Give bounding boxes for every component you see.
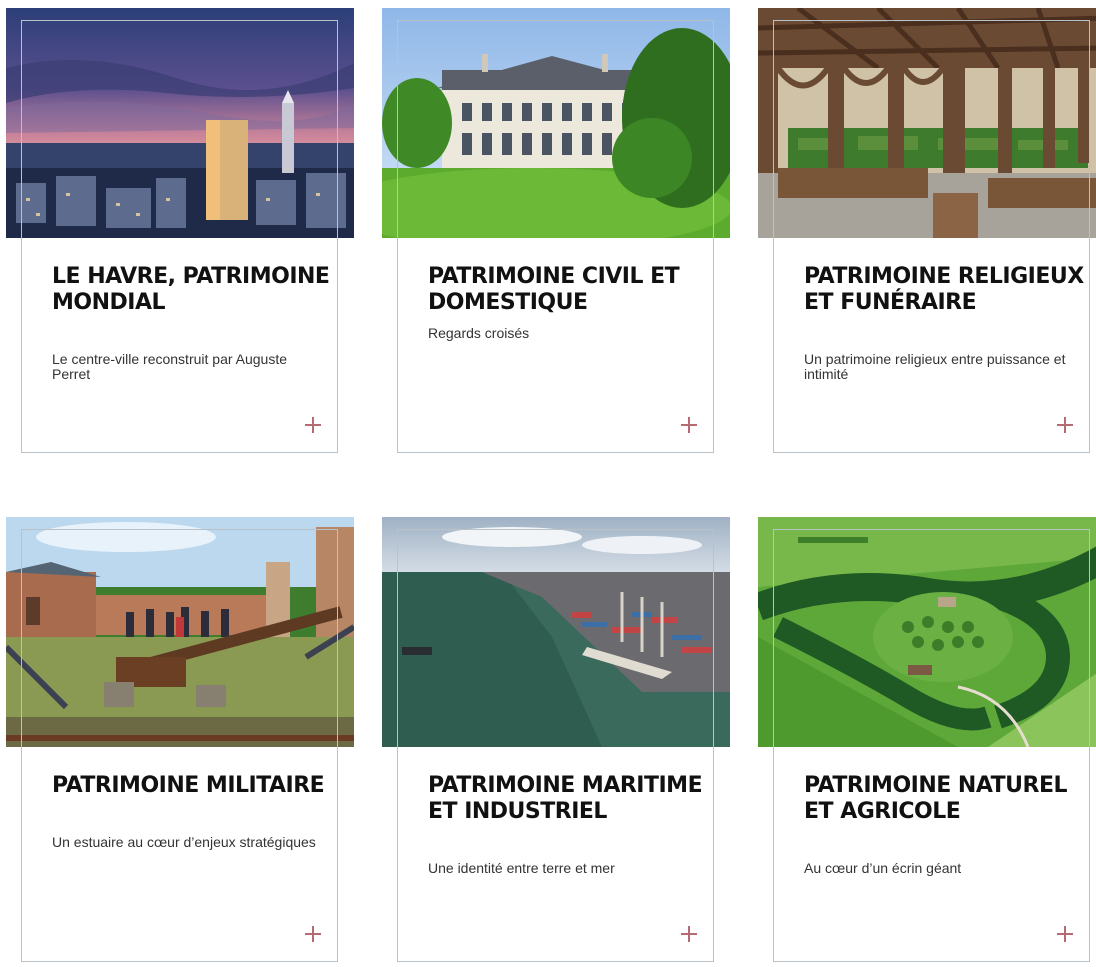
heritage-card-civil-domestic[interactable]: Patrimoine civil et domestique Regards c… <box>382 8 730 458</box>
heritage-card-religious-funerary[interactable]: Patrimoine religieux et funéraire Un pat… <box>758 8 1096 458</box>
plus-icon[interactable] <box>678 923 700 945</box>
card-subtitle: Un patrimoine religieux entre puissance … <box>804 351 1066 382</box>
heritage-card-military[interactable]: Patrimoine militaire Un estuaire au cœur… <box>6 517 354 967</box>
card-title: Patrimoine naturel et agricole <box>804 773 1068 824</box>
heritage-card-maritime-industrial[interactable]: Patrimoine maritime et industriel Une id… <box>382 517 730 967</box>
plus-icon[interactable] <box>1054 923 1076 945</box>
plus-icon[interactable] <box>1054 414 1076 436</box>
card-subtitle: Le centre-ville reconstruit par Auguste … <box>52 351 288 382</box>
card-title: Patrimoine civil et domestique <box>428 264 680 315</box>
port-estuary-image[interactable] <box>382 517 730 747</box>
city-skyline-dusk-image[interactable] <box>6 8 354 238</box>
cloister-garden-image[interactable] <box>758 8 1096 238</box>
card-subtitle: Un estuaire au cœur d’enjeux stratégique… <box>52 834 316 850</box>
card-title: Le Havre, patrimoine mondial <box>52 264 330 315</box>
heritage-card-world-heritage[interactable]: Le Havre, patrimoine mondial Le centre-v… <box>6 8 354 458</box>
card-title: Patrimoine maritime et industriel <box>428 773 703 824</box>
card-title: Patrimoine religieux et funéraire <box>804 264 1084 315</box>
card-subtitle: Une identité entre terre et mer <box>428 860 615 876</box>
card-subtitle: Regards croisés <box>428 325 530 341</box>
aerial-farmland-image[interactable] <box>758 517 1096 747</box>
card-title: Patrimoine militaire <box>52 773 325 798</box>
plus-icon[interactable] <box>678 414 700 436</box>
fort-cannon-image[interactable] <box>6 517 354 747</box>
plus-icon[interactable] <box>302 923 324 945</box>
chateau-lawn-image[interactable] <box>382 8 730 238</box>
heritage-card-natural-agricultural[interactable]: Patrimoine naturel et agricole Au cœur d… <box>758 517 1096 967</box>
card-subtitle: Au cœur d’un écrin géant <box>804 860 962 876</box>
plus-icon[interactable] <box>302 414 324 436</box>
